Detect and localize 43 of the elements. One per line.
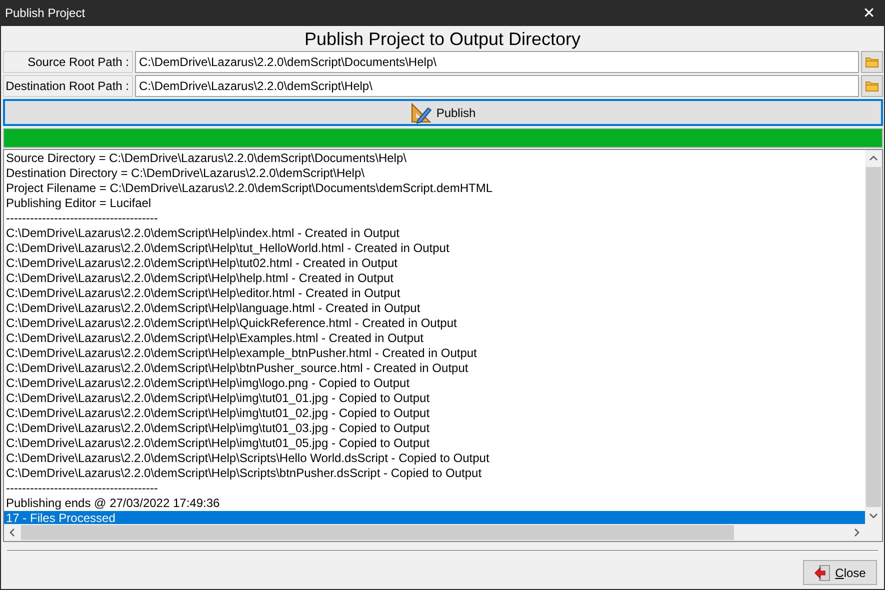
log-line[interactable]: Publishing ends @ 27/03/2022 17:49:36 — [4, 496, 865, 511]
exit-door-icon — [814, 564, 832, 580]
log-line[interactable]: Publishing Editor = Lucifael — [4, 196, 865, 211]
log-line[interactable]: C:\DemDrive\Lazarus\2.2.0\demScript\Help\Scripts\Hello World.dsScript - Copied to Output — [4, 451, 865, 466]
log-line[interactable]: C:\DemDrive\Lazarus\2.2.0\demScript\Help\img\tut01_02.jpg - Copied to Output — [4, 406, 865, 421]
ruler-pencil-icon — [410, 102, 432, 124]
log-line[interactable]: Source Directory = C:\DemDrive\Lazarus\2.2.0\demScript\Documents\Help\ — [4, 151, 865, 166]
log-line[interactable]: C:\DemDrive\Lazarus\2.2.0\demScript\Help\language.html - Created in Output — [4, 301, 865, 316]
log-line[interactable]: C:\DemDrive\Lazarus\2.2.0\demScript\Help\Scripts\btnPusher.dsScript - Copied to Output — [4, 466, 865, 481]
publish-button[interactable]: Publish — [3, 99, 883, 126]
log-line[interactable]: C:\DemDrive\Lazarus\2.2.0\demScript\Help\img\tut01_03.jpg - Copied to Output — [4, 421, 865, 436]
log-line[interactable]: C:\DemDrive\Lazarus\2.2.0\demScript\Help\btnPusher_source.html - Created in Output — [4, 361, 865, 376]
log-line[interactable]: C:\DemDrive\Lazarus\2.2.0\demScript\Help\Examples.html - Created in Output — [4, 331, 865, 346]
dialog-heading: Publish Project to Output Directory — [303, 28, 582, 51]
path-label: Source Root Path : — [3, 51, 133, 73]
close-dialog-button[interactable]: Close — [803, 560, 877, 585]
scroll-right-icon[interactable] — [852, 528, 861, 537]
log-line[interactable]: Project Filename = C:\DemDrive\Lazarus\2.2.0\demScript\Documents\demScript.demHTML — [4, 181, 865, 196]
log-line[interactable]: C:\DemDrive\Lazarus\2.2.0\demScript\Help\QuickReference.html - Created in Output — [4, 316, 865, 331]
log-line[interactable]: C:\DemDrive\Lazarus\2.2.0\demScript\Help\index.html - Created in Output — [4, 226, 865, 241]
log-line[interactable]: C:\DemDrive\Lazarus\2.2.0\demScript\Help\img\tut01_05.jpg - Copied to Output — [4, 436, 865, 451]
log-line[interactable]: C:\DemDrive\Lazarus\2.2.0\demScript\Help\tut_HelloWorld.html - Created in Output — [4, 241, 865, 256]
scroll-left-icon[interactable] — [8, 528, 17, 537]
log-line[interactable]: C:\DemDrive\Lazarus\2.2.0\demScript\Help\img\logo.png - Copied to Output — [4, 376, 865, 391]
close-button[interactable]: ✕ — [854, 0, 884, 26]
log-line[interactable]: C:\DemDrive\Lazarus\2.2.0\demScript\Help\tut02.html - Created in Output — [4, 256, 865, 271]
folder-icon — [865, 80, 879, 92]
path-field[interactable]: C:\DemDrive\Lazarus\2.2.0\demScript\Help\ — [135, 75, 859, 97]
folder-icon — [865, 56, 879, 68]
log-line[interactable]: C:\DemDrive\Lazarus\2.2.0\demScript\Help\img\tut01_01.jpg - Copied to Output — [4, 391, 865, 406]
scroll-down-icon[interactable] — [869, 511, 878, 520]
path-label: Destination Root Path : — [3, 75, 133, 97]
log-line[interactable]: Destination Directory = C:\DemDrive\Lazarus\2.2.0\demScript\Help\ — [4, 166, 865, 181]
log-line[interactable]: C:\DemDrive\Lazarus\2.2.0\demScript\Help\help.html - Created in Output — [4, 271, 865, 286]
vertical-scrollbar[interactable] — [865, 150, 882, 524]
path-field[interactable]: C:\DemDrive\Lazarus\2.2.0\demScript\Documents\Help\ — [135, 51, 859, 73]
horizontal-scrollbar[interactable] — [4, 524, 865, 541]
log-line[interactable]: -------------------------------------- — [4, 481, 865, 496]
window-title: Publish Project — [5, 6, 86, 20]
log-line[interactable]: C:\DemDrive\Lazarus\2.2.0\demScript\Help\example_btnPusher.html - Created in Output — [4, 346, 865, 361]
log-line[interactable]: -------------------------------------- — [4, 211, 865, 226]
log-line[interactable]: C:\DemDrive\Lazarus\2.2.0\demScript\Help\editor.html - Created in Output — [4, 286, 865, 301]
scroll-up-icon[interactable] — [869, 154, 878, 163]
